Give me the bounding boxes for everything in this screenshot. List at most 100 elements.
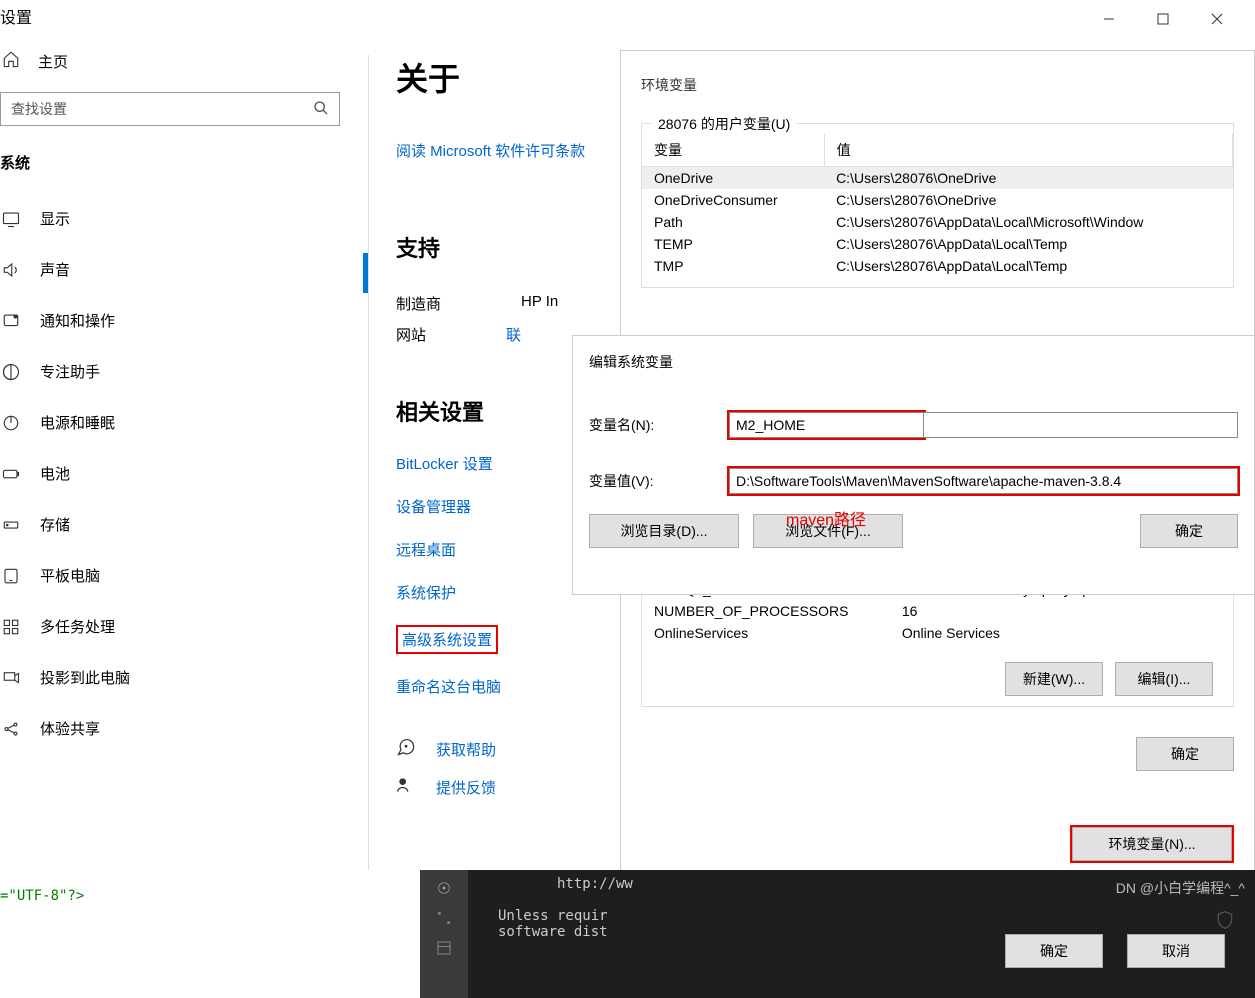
table-row[interactable]: PathC:\Users\28076\AppData\Local\Microso… — [642, 211, 1233, 233]
col-val[interactable]: 值 — [824, 134, 1232, 167]
target-icon — [436, 880, 452, 896]
rename-pc-link[interactable]: 重命名这台电脑 — [396, 676, 636, 697]
table-row[interactable]: OnlineServicesOnline Services — [642, 622, 1233, 644]
nav-label: 电池 — [40, 463, 70, 484]
share-icon — [2, 720, 20, 738]
nav-sound[interactable]: 声音 — [0, 244, 370, 295]
storage-icon — [2, 516, 20, 534]
ok-button[interactable]: 确定 — [1136, 737, 1234, 771]
var-name-input[interactable] — [729, 412, 924, 438]
editor-gutter — [420, 870, 468, 998]
user-vars-table[interactable]: 变量值 OneDriveC:\Users\28076\OneDrive OneD… — [642, 134, 1233, 277]
support-title: 支持 — [396, 231, 636, 263]
xml-fragment: ="UTF-8"?> — [0, 870, 420, 998]
multitask-icon — [2, 618, 20, 636]
layout-icon — [436, 940, 452, 956]
nav-project[interactable]: 投影到此电脑 — [0, 652, 370, 703]
divider — [368, 55, 369, 875]
table-row[interactable]: NUMBER_OF_PROCESSORS16 — [642, 600, 1233, 622]
nav-label: 专注助手 — [40, 361, 100, 382]
maximize-button[interactable] — [1140, 4, 1186, 34]
license-link[interactable]: 阅读 Microsoft 软件许可条款 — [396, 140, 636, 161]
nav-storage[interactable]: 存储 — [0, 499, 370, 550]
settings-window: 设置 主页 查找设置 系统 显示 声音 通知和操作 专注助手 电源和睡眠 电池 … — [0, 0, 370, 870]
notification-icon — [2, 312, 20, 330]
nav-display[interactable]: 显示 — [0, 193, 370, 244]
edit-button[interactable]: 编辑(I)... — [1115, 662, 1213, 696]
website-label: 网站 — [396, 324, 426, 345]
new-button[interactable]: 新建(W)... — [1005, 662, 1103, 696]
feedback-icon — [396, 775, 416, 799]
bottom-cancel-button[interactable]: 取消 — [1127, 934, 1225, 968]
env-var-button[interactable]: 环境变量(N)... — [1072, 827, 1232, 861]
feedback-label: 提供反馈 — [436, 777, 496, 798]
feedback-link[interactable]: 提供反馈 — [396, 775, 636, 799]
nav-share[interactable]: 体验共享 — [0, 703, 370, 754]
manufacturer-label: 制造商 — [396, 293, 441, 314]
nav-battery[interactable]: 电池 — [0, 448, 370, 499]
manufacturer-value: HP In — [521, 293, 558, 314]
nav-label: 投影到此电脑 — [40, 667, 130, 688]
nav-label: 显示 — [40, 208, 70, 229]
var-value-label: 变量值(V): — [589, 471, 729, 491]
user-vars-label: 28076 的用户变量(U) — [652, 114, 796, 134]
nav-notifications[interactable]: 通知和操作 — [0, 295, 370, 346]
focus-icon — [2, 363, 20, 381]
system-nav-list: 显示 声音 通知和操作 专注助手 电源和睡眠 电池 存储 平板电脑 多任务处理 … — [0, 193, 370, 754]
var-name-label: 变量名(N): — [589, 415, 729, 435]
home-label: 主页 — [38, 51, 68, 72]
table-row[interactable]: OneDriveC:\Users\28076\OneDrive — [642, 167, 1233, 190]
user-vars-group: 28076 的用户变量(U) 变量值 OneDriveC:\Users\2807… — [641, 123, 1234, 288]
table-row[interactable]: TEMPC:\Users\28076\AppData\Local\Temp — [642, 233, 1233, 255]
var-name-input-ext[interactable] — [924, 412, 1238, 438]
nav-label: 多任务处理 — [40, 616, 115, 637]
expand-icon — [436, 910, 452, 926]
table-row[interactable]: OneDriveConsumerC:\Users\28076\OneDrive — [642, 189, 1233, 211]
home-icon — [2, 50, 20, 72]
browse-dir-button[interactable]: 浏览目录(D)... — [589, 514, 739, 548]
home-nav[interactable]: 主页 — [0, 42, 370, 92]
nav-focus[interactable]: 专注助手 — [0, 346, 370, 397]
bottom-ok-button[interactable]: 确定 — [1005, 934, 1103, 968]
col-var[interactable]: 变量 — [642, 134, 824, 167]
sound-icon — [2, 261, 20, 279]
search-input[interactable]: 查找设置 — [0, 92, 340, 126]
settings-app-title: 设置 — [0, 0, 370, 42]
nav-power[interactable]: 电源和睡眠 — [0, 397, 370, 448]
nav-label: 声音 — [40, 259, 70, 280]
project-icon — [2, 669, 20, 687]
edit-system-variable-dialog: 编辑系统变量 变量名(N): 变量值(V): 浏览目录(D)... 浏览文件(F… — [572, 335, 1255, 595]
nav-label: 电源和睡眠 — [40, 412, 115, 433]
display-icon — [2, 210, 20, 228]
power-icon — [2, 414, 20, 432]
table-row[interactable]: TMPC:\Users\28076\AppData\Local\Temp — [642, 255, 1233, 277]
edit-ok-button[interactable]: 确定 — [1140, 514, 1238, 548]
shield-icon — [1215, 910, 1235, 933]
tablet-icon — [2, 567, 20, 585]
nav-label: 存储 — [40, 514, 70, 535]
nav-label: 平板电脑 — [40, 565, 100, 586]
advanced-system-settings-link[interactable]: 高级系统设置 — [402, 629, 492, 650]
var-value-input[interactable] — [729, 468, 1238, 494]
nav-tablet[interactable]: 平板电脑 — [0, 550, 370, 601]
get-help-link[interactable]: 获取帮助 — [396, 737, 636, 761]
nav-label: 通知和操作 — [40, 310, 115, 331]
get-help-label: 获取帮助 — [436, 739, 496, 760]
bottom-button-row: 确定 取消 — [1005, 934, 1225, 968]
watermark: DN @小白学编程^_^ — [1116, 878, 1245, 898]
nav-multitask[interactable]: 多任务处理 — [0, 601, 370, 652]
section-system: 系统 — [0, 152, 370, 173]
search-placeholder: 查找设置 — [11, 99, 67, 119]
minimize-button[interactable] — [1086, 4, 1132, 34]
maven-path-annotation: maven路径 — [786, 506, 866, 530]
search-icon — [313, 100, 329, 119]
website-value[interactable]: 联 — [506, 324, 521, 345]
help-icon — [396, 737, 416, 761]
selection-indicator — [363, 253, 368, 293]
edit-dialog-title: 编辑系统变量 — [573, 336, 1254, 372]
about-title: 关于 — [396, 54, 636, 100]
nav-label: 体验共享 — [40, 718, 100, 739]
close-button[interactable] — [1194, 4, 1240, 34]
titlebar — [1086, 4, 1240, 34]
battery-icon — [2, 465, 20, 483]
